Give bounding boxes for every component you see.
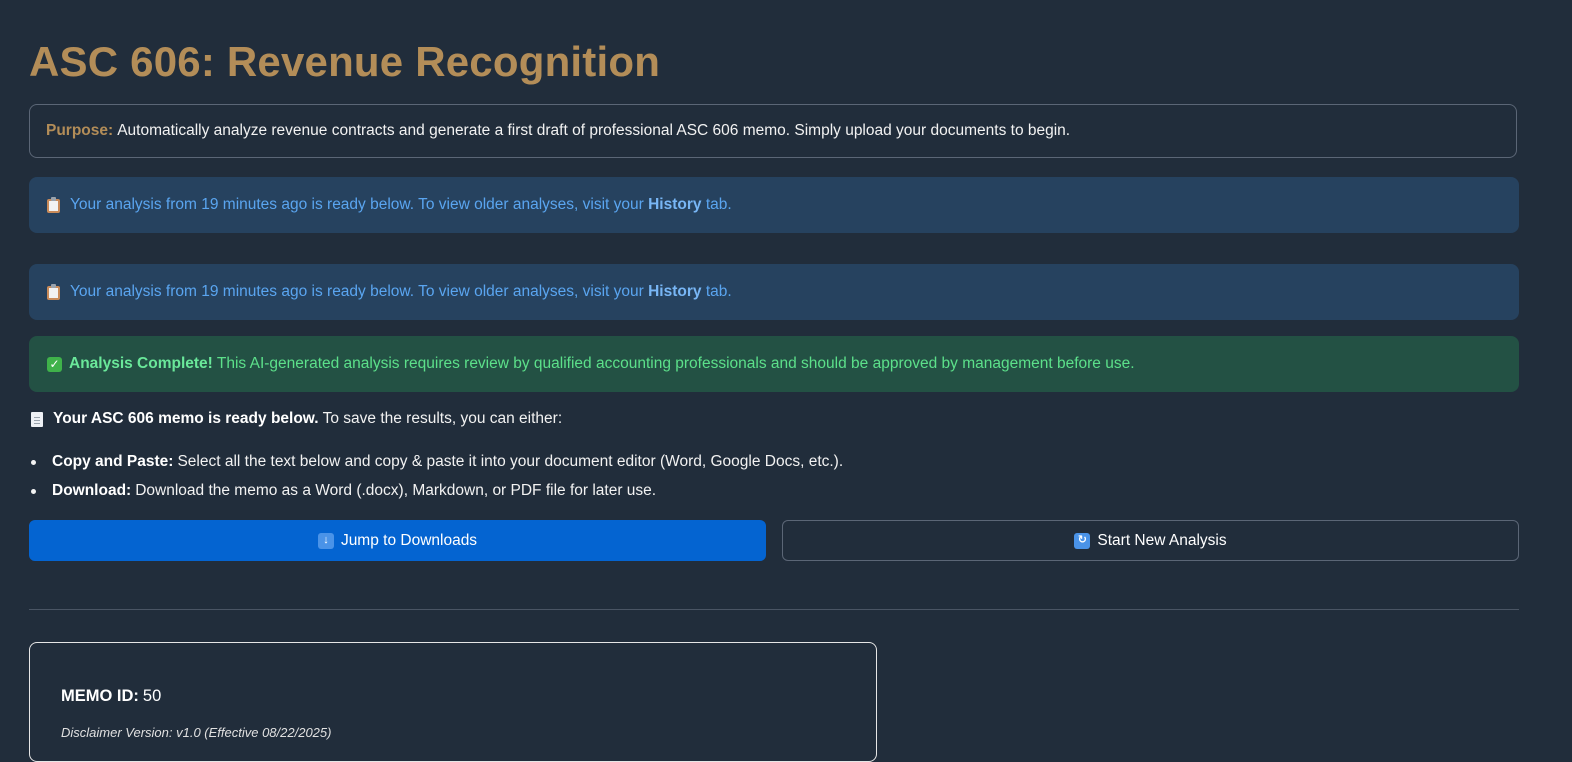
history-link[interactable]: History xyxy=(648,283,701,301)
option-title: Copy and Paste: xyxy=(52,453,174,470)
option-title: Download: xyxy=(52,482,132,499)
jump-to-downloads-button[interactable]: ↓ Jump to Downloads xyxy=(29,520,766,561)
success-bold: Analysis Complete! xyxy=(69,355,213,372)
list-item: Copy and Paste: Select all the text below… xyxy=(29,450,843,479)
refresh-icon: ↻ xyxy=(1074,532,1091,549)
purpose-box: Purpose: Automatically analyze revenue c… xyxy=(29,104,1517,158)
list-item: Download: Download the memo as a Word (.d… xyxy=(29,479,843,508)
success-text: This AI-generated analysis requires revi… xyxy=(212,355,1135,372)
memo-ready-text: To save the results, you can either: xyxy=(322,410,563,427)
clipboard-icon xyxy=(47,197,60,213)
check-icon: ✓ xyxy=(47,356,62,372)
alert-suffix: tab. xyxy=(701,283,732,300)
memo-ready-bold: Your ASC 606 memo is ready below. xyxy=(53,410,319,427)
save-options-list: Copy and Paste: Select all the text below… xyxy=(29,450,843,508)
divider xyxy=(29,609,1519,610)
option-text: Download the memo as a Word (.docx), Mar… xyxy=(135,482,657,499)
memo-card: MEMO ID: 50 Disclaimer Version: v1.0 (Eff… xyxy=(29,642,877,762)
history-link[interactable]: History xyxy=(648,196,701,214)
memo-ready-notice: Your ASC 606 memo is ready below. To sav… xyxy=(31,410,562,428)
new-analysis-label: Start New Analysis xyxy=(1097,531,1227,549)
option-text: Select all the text below and copy & pas… xyxy=(177,453,844,470)
purpose-text: Automatically analyze revenue contracts … xyxy=(117,122,1071,139)
memo-disclaimer: Disclaimer Version: v1.0 (Effective 08/2… xyxy=(61,725,332,740)
page-title: ASC 606: Revenue Recognition xyxy=(29,38,661,85)
jump-button-label: Jump to Downloads xyxy=(340,531,478,549)
purpose-label: Purpose: xyxy=(46,122,114,139)
memo-id-label: MEMO ID: xyxy=(61,687,139,705)
alert-suffix: tab. xyxy=(701,196,732,213)
analysis-complete-alert: ✓ Analysis Complete! This AI-generated a… xyxy=(29,336,1519,392)
clipboard-icon xyxy=(47,284,60,300)
memo-id: MEMO ID: 50 xyxy=(61,687,161,706)
down-arrow-icon: ↓ xyxy=(317,532,334,549)
alert-text: Your analysis from 19 minutes ago is rea… xyxy=(70,283,649,300)
start-new-analysis-button[interactable]: ↻ Start New Analysis xyxy=(782,520,1519,561)
history-info-alert: Your analysis from 19 minutes ago is rea… xyxy=(29,264,1519,320)
document-icon xyxy=(31,411,43,427)
history-info-alert: Your analysis from 19 minutes ago is rea… xyxy=(29,177,1519,233)
alert-text: Your analysis from 19 minutes ago is rea… xyxy=(70,196,649,213)
memo-id-value: 50 xyxy=(142,687,162,705)
